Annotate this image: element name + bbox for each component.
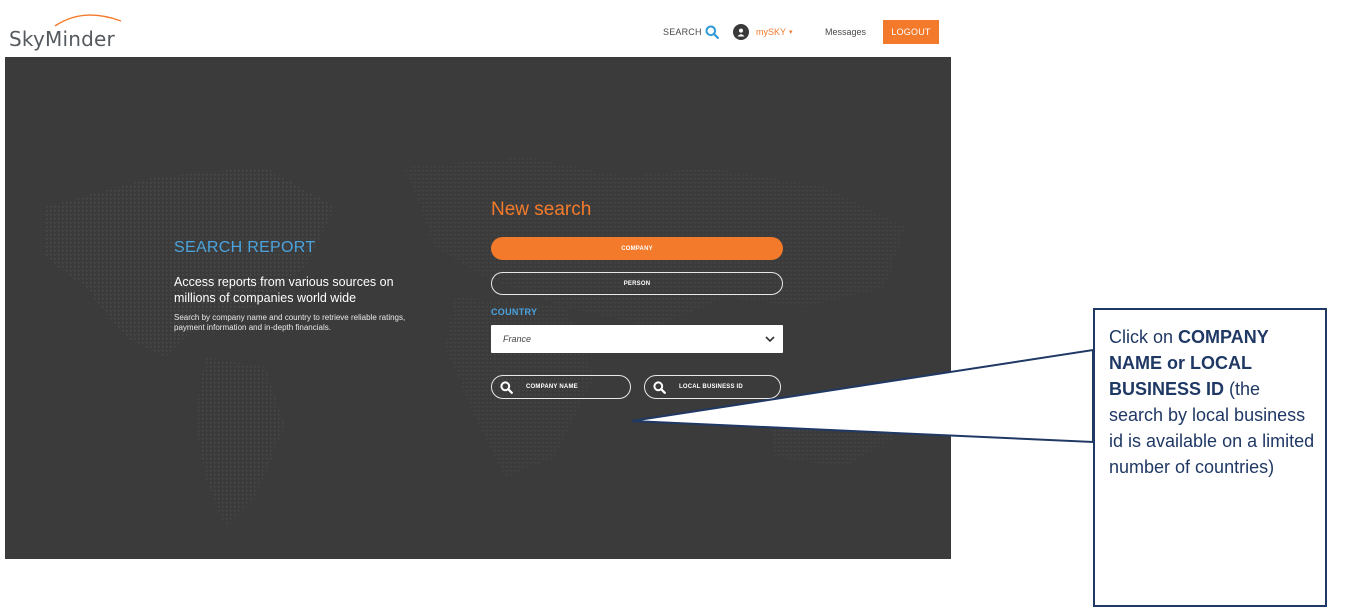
local-business-id-button-label: LOCAL BUSINESS ID [679,384,743,390]
new-search-title: New search [491,199,592,220]
callout-prefix: Click on [1109,327,1179,347]
messages-link[interactable]: Messages [825,22,866,42]
search-icon [500,380,513,394]
instruction-callout: Click on COMPANY NAME or LOCAL BUSINESS … [1093,308,1327,607]
company-name-button-label: COMPANY NAME [526,384,578,390]
country-selected-value: France [503,334,532,344]
search-report-subtitle: Access reports from various sources on m… [174,275,394,305]
search-icon [653,380,666,394]
search-report-description: Search by company name and country to re… [174,313,406,332]
skyminder-logo[interactable]: SkyMinder [9,13,139,53]
user-avatar-icon [733,24,749,40]
person-search-type-button[interactable]: PERSON [491,272,783,295]
company-search-type-button[interactable]: COMPANY [491,237,783,260]
company-name-search-button[interactable]: COMPANY NAME [491,375,631,399]
search-report-title: SEARCH REPORT [174,239,316,256]
chevron-down-icon [765,336,775,343]
logo-arc-icon [54,14,122,27]
search-icon [705,25,719,39]
page: SkyMinder SEARCH mySKY ▾ Messages LOGOUT [0,0,1361,611]
user-menu[interactable]: mySKY ▾ [733,22,793,42]
header-search-label: SEARCH [663,27,702,37]
top-navigation-bar: SkyMinder SEARCH mySKY ▾ Messages LOGOUT [5,0,951,57]
logo-text: SkyMinder [9,27,115,51]
search-hero-panel: SEARCH REPORT Access reports from variou… [5,57,951,559]
local-business-id-search-button[interactable]: LOCAL BUSINESS ID [644,375,781,399]
world-map-background [45,157,905,527]
logout-button[interactable]: LOGOUT [883,20,939,44]
country-label: COUNTRY [491,307,538,317]
header-search-link[interactable]: SEARCH [663,22,719,42]
chevron-down-icon: ▾ [789,29,793,36]
user-menu-label: mySKY [756,27,787,37]
country-select[interactable]: France [491,325,783,353]
